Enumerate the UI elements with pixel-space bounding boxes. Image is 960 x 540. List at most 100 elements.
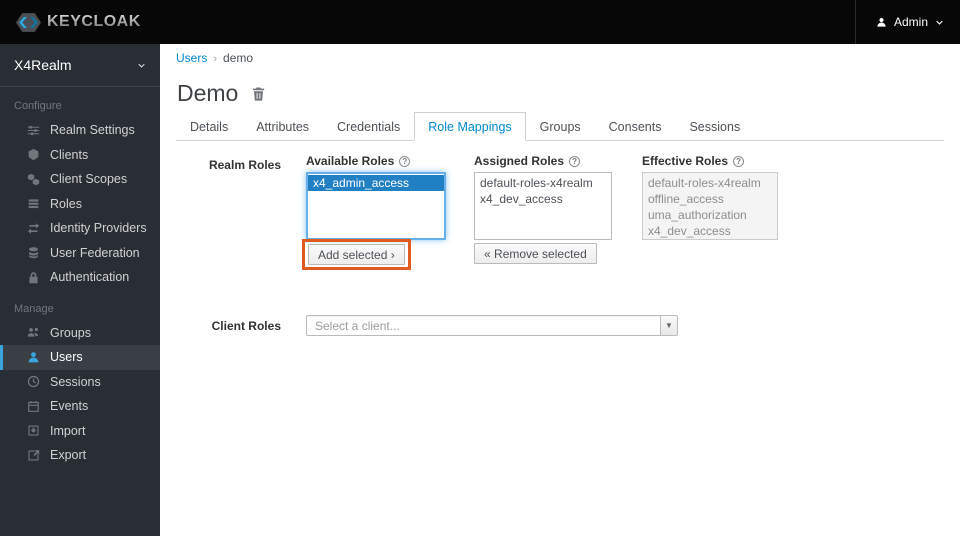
delete-user-icon[interactable] xyxy=(251,86,266,102)
realm-roles-label: Realm Roles xyxy=(208,158,281,172)
tab-sessions[interactable]: Sessions xyxy=(675,112,754,141)
available-roles-header: Available Roles ? xyxy=(306,154,446,168)
sidebar-section-label: Manage xyxy=(14,302,54,315)
assigned-roles-listbox[interactable]: default-roles-x4realm x4_dev_access xyxy=(474,172,612,240)
sidebar-item-import[interactable]: Import xyxy=(0,419,160,444)
sidebar: X4Realm Configure Realm Settings Clients Cl… xyxy=(0,44,160,536)
angle-double-left-icon: « xyxy=(484,246,491,261)
cube-icon xyxy=(27,148,41,162)
sidebar-item-label: Import xyxy=(50,423,86,438)
tab-credentials[interactable]: Credentials xyxy=(323,112,414,141)
sidebar-item-identity-providers[interactable]: Identity Providers xyxy=(0,216,160,241)
role-item[interactable]: x4_dev_access xyxy=(475,191,611,207)
keycloak-logo: KEYCLOAK xyxy=(16,10,141,35)
annotation-highlight: Add selected › xyxy=(302,239,411,270)
sidebar-item-user-federation[interactable]: User Federation xyxy=(0,241,160,266)
cubes-icon xyxy=(27,172,41,186)
assigned-roles-group: Assigned Roles ? default-roles-x4realm x4… xyxy=(474,154,612,264)
chevron-down-icon xyxy=(138,63,145,68)
sidebar-item-client-scopes[interactable]: Client Scopes xyxy=(0,167,160,192)
export-icon xyxy=(27,448,41,462)
add-selected-label: Add selected xyxy=(318,247,388,262)
help-icon[interactable]: ? xyxy=(399,155,411,167)
chevron-down-icon xyxy=(936,20,943,25)
sidebar-item-label: Events xyxy=(50,399,89,414)
user-icon xyxy=(27,350,41,364)
lock-icon xyxy=(27,270,41,284)
sidebar-item-realm-settings[interactable]: Realm Settings xyxy=(0,118,160,143)
available-roles-group: Available Roles ? x4_admin_access Add se… xyxy=(302,154,446,270)
sidebar-item-roles[interactable]: Roles xyxy=(0,192,160,217)
sliders-icon xyxy=(27,123,41,137)
exchange-icon xyxy=(27,221,41,235)
list-icon xyxy=(27,197,41,211)
sidebar-item-export[interactable]: Export xyxy=(0,443,160,468)
add-selected-button[interactable]: Add selected › xyxy=(308,244,405,265)
sidebar-item-authentication[interactable]: Authentication xyxy=(0,265,160,290)
sidebar-item-label: Clients xyxy=(50,147,89,162)
effective-roles-listbox: default-roles-x4realm offline_access uma_a… xyxy=(642,172,778,240)
effective-roles-header: Effective Roles ? xyxy=(642,154,778,168)
angle-right-icon: › xyxy=(390,247,395,262)
sidebar-item-label: Users xyxy=(50,350,83,365)
tab-groups[interactable]: Groups xyxy=(526,112,595,141)
sidebar-item-label: Authentication xyxy=(50,270,130,285)
role-item[interactable]: x4_admin_access xyxy=(308,175,444,191)
sidebar-item-clients[interactable]: Clients xyxy=(0,143,160,168)
assigned-roles-header: Assigned Roles ? xyxy=(474,154,612,168)
import-icon xyxy=(27,424,41,438)
calendar-icon xyxy=(27,399,41,413)
groups-icon xyxy=(27,326,41,340)
user-menu[interactable]: Admin xyxy=(854,0,944,44)
tab-bar: Details Attributes Credentials Role Mapping… xyxy=(176,112,944,141)
role-item[interactable]: uma_authorization xyxy=(643,207,777,223)
sidebar-nav: Configure Realm Settings Clients Client Sco… xyxy=(0,87,160,468)
effective-roles-header-text: Effective Roles xyxy=(642,154,729,168)
sidebar-item-sessions[interactable]: Sessions xyxy=(0,370,160,395)
top-bar: KEYCLOAK Admin xyxy=(0,0,960,44)
user-menu-label: Admin xyxy=(893,15,928,29)
sidebar-item-users[interactable]: Users xyxy=(0,345,160,370)
role-item[interactable]: default-roles-x4realm xyxy=(475,175,611,191)
available-roles-listbox[interactable]: x4_admin_access xyxy=(306,172,446,240)
breadcrumb-separator: › xyxy=(213,53,218,65)
tab-details[interactable]: Details xyxy=(176,112,242,141)
remove-selected-button[interactable]: « Remove selected xyxy=(474,243,597,264)
role-item[interactable]: x4_dev_access xyxy=(643,223,777,239)
sidebar-item-label: Export xyxy=(50,448,87,463)
breadcrumb-current: demo xyxy=(223,51,254,65)
tab-consents[interactable]: Consents xyxy=(595,112,676,141)
sidebar-section-label: Configure xyxy=(14,100,62,112)
client-select[interactable]: Select a client... ▼ xyxy=(306,315,678,336)
remove-selected-label: Remove selected xyxy=(494,246,587,261)
brand-text: KEYCLOAK xyxy=(47,13,141,30)
tab-role-mappings[interactable]: Role Mappings xyxy=(414,112,526,141)
sidebar-item-label: Sessions xyxy=(50,374,101,389)
available-roles-header-text: Available Roles xyxy=(306,154,395,168)
role-item[interactable]: offline_access xyxy=(643,191,777,207)
page-title-text: Demo xyxy=(177,80,239,106)
page-title: Demo xyxy=(177,80,266,107)
sidebar-item-label: Client Scopes xyxy=(50,172,128,187)
help-icon[interactable]: ? xyxy=(569,155,581,167)
breadcrumb: Users › demo xyxy=(176,51,253,65)
user-icon xyxy=(877,17,886,27)
help-icon[interactable]: ? xyxy=(733,155,745,167)
role-item[interactable]: default-roles-x4realm xyxy=(643,175,777,191)
main-content: Users › demo Demo Details Attributes Credent… xyxy=(160,44,960,540)
tab-attributes[interactable]: Attributes xyxy=(242,112,323,141)
realm-selector[interactable]: X4Realm xyxy=(0,44,160,87)
client-select-placeholder: Select a client... xyxy=(315,319,400,333)
breadcrumb-link-users[interactable]: Users xyxy=(176,51,207,65)
sidebar-item-label: Roles xyxy=(50,196,82,211)
sidebar-item-groups[interactable]: Groups xyxy=(0,321,160,346)
assigned-roles-header-text: Assigned Roles xyxy=(474,154,565,168)
keycloak-logo-icon xyxy=(16,12,41,32)
sidebar-item-events[interactable]: Events xyxy=(0,394,160,419)
effective-roles-group: Effective Roles ? default-roles-x4realm o… xyxy=(642,154,778,240)
sidebar-item-label: User Federation xyxy=(50,245,140,260)
database-icon xyxy=(27,246,41,260)
sidebar-item-label: Groups xyxy=(50,325,91,340)
caret-down-icon[interactable]: ▼ xyxy=(660,316,677,335)
sidebar-item-label: Identity Providers xyxy=(50,221,147,236)
